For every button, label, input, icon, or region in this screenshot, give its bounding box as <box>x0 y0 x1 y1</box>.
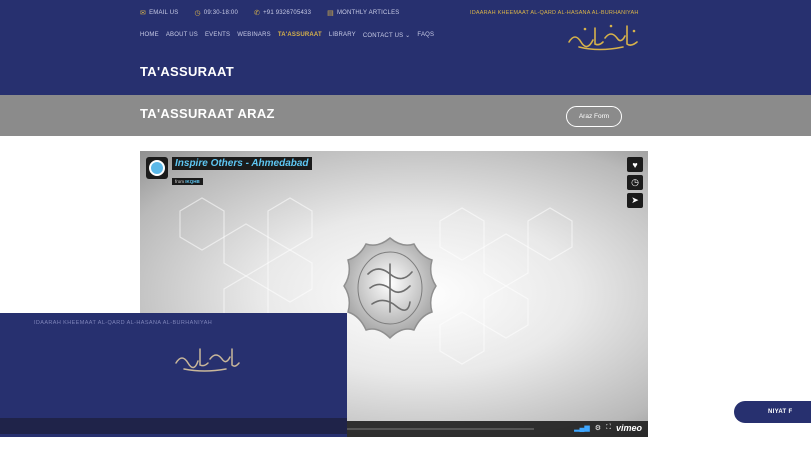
nav-item-events[interactable]: EVENTS <box>205 32 230 42</box>
phone-icon: ✆ <box>254 10 261 17</box>
araz-form-button[interactable]: Araz Form <box>566 106 622 127</box>
main-nav: HOME ABOUT US EVENTS WEBINARS TA'ASSURAA… <box>140 32 434 42</box>
page: ✉ EMAIL US ◷ 09:30-18:00 ✆ +91 932670543… <box>0 0 811 450</box>
video-side-actions: ♥ ◷ ➤ <box>627 157 643 208</box>
clock-icon[interactable]: ◷ <box>627 175 643 190</box>
hours-label: 09:30-18:00 <box>203 10 239 16</box>
email-label: EMAIL US <box>149 10 179 16</box>
channel-avatar[interactable] <box>146 157 168 179</box>
phone-label: +91 9326705433 <box>263 10 312 16</box>
calendar-icon: ▤ <box>327 10 334 17</box>
overlay-bottom-strip <box>0 418 347 434</box>
share-icon[interactable]: ➤ <box>627 193 643 208</box>
overlay-calligraphy-logo <box>175 348 240 372</box>
top-info-bar: ✉ EMAIL US ◷ 09:30-18:00 ✆ +91 932670543… <box>140 7 811 19</box>
site-header: ✉ EMAIL US ◷ 09:30-18:00 ✆ +91 932670543… <box>0 0 811 95</box>
niyat-form-button[interactable]: NIYAT F <box>734 401 811 423</box>
envelope-icon: ✉ <box>140 10 147 17</box>
byline-channel[interactable]: IKQHB <box>185 179 200 184</box>
nav-item-home[interactable]: HOME <box>140 32 159 42</box>
nav-item-taassuraat[interactable]: TA'ASSURAAT <box>278 32 322 42</box>
vimeo-logo[interactable]: vimeo <box>616 423 642 433</box>
org-name: IDAARAH KHEEMAAT AL-QARD AL-HASANA AL-BU… <box>470 10 639 16</box>
monthly-articles-link[interactable]: ▤ MONTHLY ARTICLES <box>327 9 399 17</box>
nav-item-library[interactable]: LIBRARY <box>329 32 356 42</box>
video-controls: ▂▄▆ ⚙ ⛶ vimeo <box>574 423 642 433</box>
nav-item-webinars[interactable]: WEBINARS <box>237 32 271 42</box>
settings-icon[interactable]: ⚙ <box>595 424 601 432</box>
section-band <box>0 95 811 136</box>
overlay-org-text: IDAARAH KHEEMAAT AL-QARD AL-HASANA AL-BU… <box>34 320 213 326</box>
calligraphy-logo[interactable] <box>565 20 643 54</box>
overlay-header-thumbnail: IDAARAH KHEEMAAT AL-QARD AL-HASANA AL-BU… <box>0 313 347 437</box>
video-byline: from IKQHB <box>172 178 203 185</box>
page-title: TA'ASSURAAT <box>140 64 235 79</box>
calligraphy-emblem <box>343 237 437 340</box>
phone-link[interactable]: ✆ +91 9326705433 <box>254 9 311 17</box>
nav-item-faqs[interactable]: FAQS <box>417 32 434 42</box>
monthly-articles-label: MONTHLY ARTICLES <box>336 10 400 16</box>
email-link[interactable]: ✉ EMAIL US <box>140 9 178 17</box>
quality-icon[interactable]: ▂▄▆ <box>574 424 590 432</box>
video-header: Inspire Others - Ahmedabad from IKQHB <box>146 157 312 188</box>
byline-from: from <box>175 179 184 184</box>
clock-icon: ◷ <box>194 10 201 17</box>
hours-info: ◷ 09:30-18:00 <box>194 9 238 17</box>
fullscreen-icon[interactable]: ⛶ <box>606 424 611 432</box>
nav-item-about[interactable]: ABOUT US <box>166 32 198 42</box>
video-title[interactable]: Inspire Others - Ahmedabad <box>172 157 312 170</box>
heart-icon[interactable]: ♥ <box>627 157 643 172</box>
nav-item-contact[interactable]: CONTACT US ⌄ <box>363 32 411 42</box>
section-title: TA'ASSURAAT ARAZ <box>140 106 275 121</box>
